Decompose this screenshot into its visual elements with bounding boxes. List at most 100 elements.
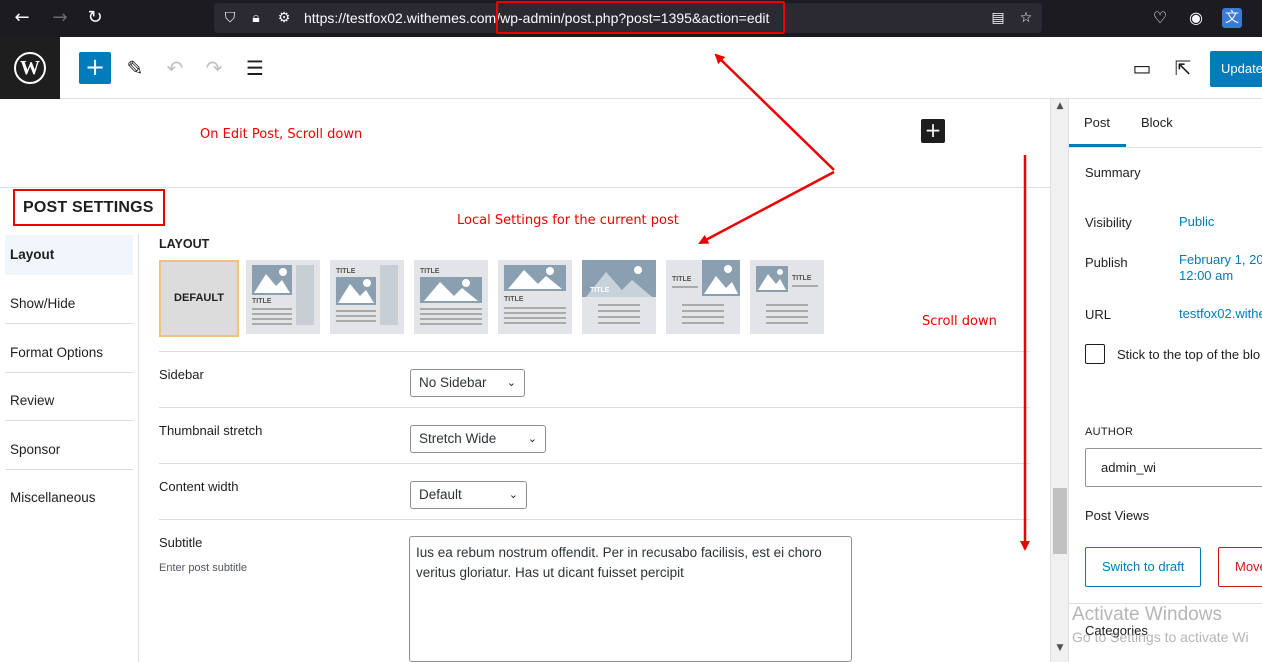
visibility-value[interactable]: Public — [1179, 214, 1214, 230]
tab-format-options[interactable]: Format Options — [5, 333, 133, 373]
author-label: AUTHOR — [1085, 426, 1134, 438]
subtitle-label: Subtitle — [159, 535, 203, 550]
subtitle-hint: Enter post subtitle — [159, 562, 248, 574]
permissions-icon[interactable]: ⚙ — [274, 8, 294, 28]
tab-show-hide[interactable]: Show/Hide — [5, 284, 133, 324]
tab-miscellaneous[interactable]: Miscellaneous — [5, 478, 133, 518]
scroll-up-arrow-icon[interactable]: ▲ — [1054, 101, 1066, 111]
summary-heading[interactable]: Summary — [1085, 165, 1141, 180]
editor-canvas: On Edit Post, Scroll down + POST SETTING… — [0, 99, 1050, 662]
row-divider — [159, 351, 1030, 352]
shield-icon[interactable]: ⛉ — [220, 8, 240, 28]
annotation-scroll-down-2: Scroll down — [922, 314, 997, 329]
layout-thumb-title: TITLE — [672, 276, 692, 283]
pocket-icon[interactable]: ♡ — [1148, 6, 1172, 30]
redo-icon[interactable]: ↷ — [198, 52, 230, 84]
editor-toolbar: W + ✎ ↶ ↷ ☰ ▭ ⇱ Update — [0, 37, 1262, 99]
tab-sponsor[interactable]: Sponsor — [5, 430, 133, 470]
publish-label: Publish — [1085, 255, 1128, 270]
browser-toolbar: ← → ↻ ⛉ 🔒︎ ⚙ https://testfox02.withemes.… — [0, 0, 1262, 37]
sidebar-tabs-border — [1069, 147, 1262, 148]
layout-section-label: LAYOUT — [159, 237, 210, 251]
activate-windows-hint: Go to Settings to activate Wi — [1072, 629, 1249, 645]
content-width-select[interactable]: Default ⌄ — [410, 481, 527, 509]
settings-tabs: Layout Show/Hide Format Options Review S… — [0, 234, 139, 662]
chevron-down-icon: ⌄ — [527, 432, 537, 445]
content-width-label: Content width — [159, 479, 239, 494]
subtitle-textarea[interactable]: Ius ea rebum nostrum offendit. Per in re… — [409, 536, 852, 662]
update-button[interactable]: Update — [1210, 51, 1262, 87]
switch-to-draft-button[interactable]: Switch to draft — [1085, 547, 1202, 587]
view-post-external-icon[interactable]: ⇱ — [1167, 52, 1199, 84]
chevron-down-icon: ⌄ — [508, 488, 518, 501]
editor-scrollbar[interactable]: ▲ ▼ — [1050, 99, 1068, 662]
add-block-button[interactable]: + — [79, 52, 111, 84]
thumbnail-stretch-label: Thumbnail stretch — [159, 423, 263, 438]
meta-box-divider — [0, 187, 1050, 188]
stick-to-top-label: Stick to the top of the blo — [1117, 347, 1261, 362]
layout-thumb-title: TITLE — [252, 298, 272, 305]
list-view-icon[interactable]: ☰ — [239, 52, 271, 84]
layout-thumbnail-3: TITLE — [336, 265, 398, 325]
layout-thumbnail-6: TITLE — [582, 260, 656, 324]
author-input[interactable]: admin_wi — [1085, 448, 1262, 487]
layout-option-5[interactable]: TITLE — [498, 260, 572, 334]
sidebar-tab-post[interactable]: Post — [1069, 99, 1126, 147]
move-to-trash-button[interactable]: Move — [1218, 547, 1262, 587]
undo-icon[interactable]: ↶ — [159, 52, 191, 84]
layout-option-4[interactable]: TITLE — [414, 260, 488, 334]
layout-option-8[interactable]: TITLE — [750, 260, 824, 334]
visibility-label: Visibility — [1085, 215, 1132, 230]
translate-extension-icon[interactable]: 文 — [1222, 8, 1242, 28]
back-arrow-icon[interactable]: ← — [10, 6, 34, 30]
row-divider — [159, 463, 1030, 464]
tab-layout[interactable]: Layout — [5, 235, 133, 275]
sidebar-select[interactable]: No Sidebar ⌄ — [410, 369, 525, 397]
layout-thumbnail-5: TITLE — [504, 265, 566, 324]
reader-view-icon[interactable]: ▤ — [988, 8, 1008, 28]
annotation-local-settings: Local Settings for the current post — [457, 213, 679, 228]
post-settings-heading: POST SETTINGS — [13, 189, 165, 226]
url-host: https://testfox02.withemes.com — [304, 10, 497, 26]
preview-device-icon[interactable]: ▭ — [1126, 52, 1158, 84]
url-path: /wp-admin/post.php?post=1395&action=edit — [496, 10, 770, 26]
thumbnail-stretch-select[interactable]: Stretch Wide ⌄ — [410, 425, 546, 453]
layout-thumbnail-7: TITLE — [672, 260, 740, 324]
reload-icon[interactable]: ↻ — [83, 6, 107, 30]
url-value[interactable]: testfox02.withe — [1179, 306, 1262, 322]
scroll-down-arrow-icon[interactable]: ▼ — [1054, 643, 1066, 653]
address-bar[interactable]: ⛉ 🔒︎ ⚙ https://testfox02.withemes.com/wp… — [214, 3, 1042, 33]
thumbnail-stretch-value: Stretch Wide — [419, 431, 497, 446]
activate-windows-watermark: Activate Windows — [1072, 604, 1222, 625]
stick-to-top-checkbox[interactable] — [1085, 344, 1105, 364]
sidebar-select-value: No Sidebar — [419, 375, 487, 390]
sidebar-tab-block[interactable]: Block — [1141, 99, 1173, 147]
layout-thumbnail-8: TITLE — [756, 266, 818, 324]
layout-option-2[interactable]: TITLE — [246, 260, 320, 334]
scroll-thumb[interactable] — [1053, 488, 1067, 554]
inserter-plus-button[interactable]: + — [921, 119, 945, 143]
bookmark-star-icon[interactable]: ☆ — [1016, 8, 1036, 28]
layout-option-default[interactable]: DEFAULT — [159, 260, 239, 337]
account-icon[interactable]: ◉ — [1184, 6, 1208, 30]
layout-thumb-title: TITLE — [420, 268, 440, 275]
forward-arrow-icon[interactable]: → — [48, 6, 72, 30]
layout-default-label: DEFAULT — [174, 292, 224, 304]
layout-option-3[interactable]: TITLE — [330, 260, 404, 334]
sidebar-field-label: Sidebar — [159, 367, 204, 382]
layout-thumb-title: TITLE — [336, 268, 356, 275]
layout-option-7[interactable]: TITLE — [666, 260, 740, 334]
publish-date[interactable]: February 1, 20 — [1179, 252, 1262, 268]
edit-pencil-icon[interactable]: ✎ — [119, 52, 151, 84]
lock-icon[interactable]: 🔒︎ — [246, 8, 266, 28]
publish-time[interactable]: 12:00 am — [1179, 268, 1233, 284]
layout-option-6[interactable]: TITLE — [582, 260, 656, 334]
row-divider — [159, 519, 1030, 520]
wordpress-logo-icon[interactable]: W — [0, 37, 60, 99]
url-text[interactable]: https://testfox02.withemes.com/wp-admin/… — [304, 10, 769, 26]
post-views-label: Post Views — [1085, 508, 1150, 523]
content-width-value: Default — [419, 487, 462, 502]
layout-thumbnail-4: TITLE — [420, 268, 482, 325]
tab-review[interactable]: Review — [5, 381, 133, 421]
settings-sidebar: Post Block Summary Visibility Public Pub… — [1068, 99, 1262, 662]
